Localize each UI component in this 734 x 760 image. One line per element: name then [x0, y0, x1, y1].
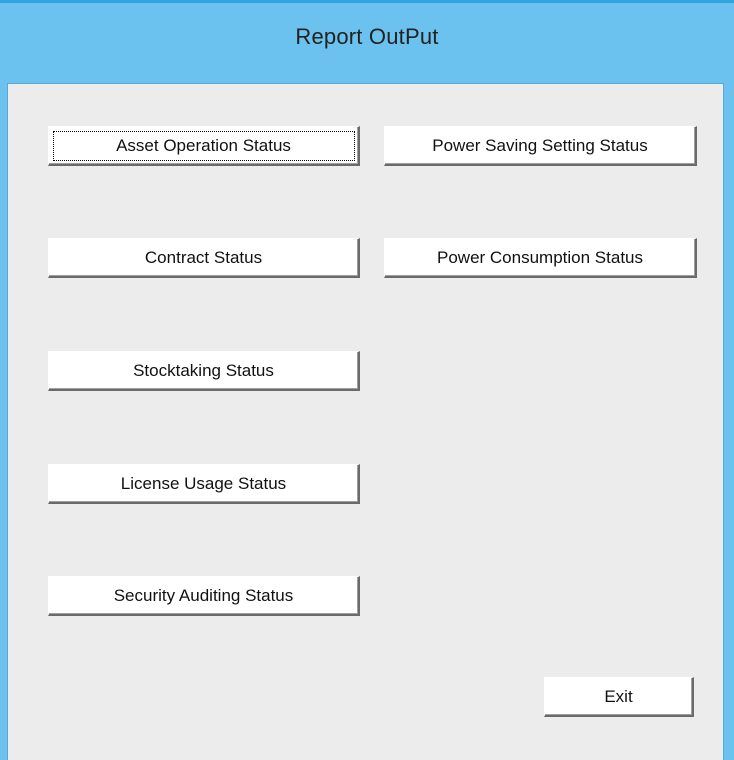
license-usage-status-button[interactable]: License Usage Status	[48, 464, 360, 504]
title-bar[interactable]: Report OutPut	[0, 0, 734, 82]
security-auditing-status-button[interactable]: Security Auditing Status	[48, 576, 360, 616]
contract-status-label: Contract Status	[144, 247, 263, 267]
window-title: Report OutPut	[295, 24, 439, 49]
title-bar-accent	[0, 0, 734, 3]
power-saving-setting-status-label: Power Saving Setting Status	[432, 135, 648, 155]
contract-status-button[interactable]: Contract Status	[48, 238, 360, 278]
power-saving-setting-status-button[interactable]: Power Saving Setting Status	[384, 126, 697, 166]
asset-operation-status-button[interactable]: Asset Operation Status	[48, 126, 360, 166]
power-consumption-status-button[interactable]: Power Consumption Status	[384, 238, 697, 278]
security-auditing-status-label: Security Auditing Status	[113, 585, 294, 605]
stocktaking-status-label: Stocktaking Status	[133, 360, 274, 380]
stocktaking-status-button[interactable]: Stocktaking Status	[48, 351, 360, 391]
power-consumption-status-label: Power Consumption Status	[437, 247, 643, 267]
report-output-window: Report OutPut Asset Operation Status Pow…	[0, 0, 734, 760]
asset-operation-status-label: Asset Operation Status	[116, 135, 291, 155]
license-usage-status-label: License Usage Status	[120, 473, 287, 493]
exit-label: Exit	[604, 686, 633, 706]
exit-button[interactable]: Exit	[544, 677, 694, 717]
dialog-client-area: Asset Operation Status Power Saving Sett…	[7, 83, 724, 760]
